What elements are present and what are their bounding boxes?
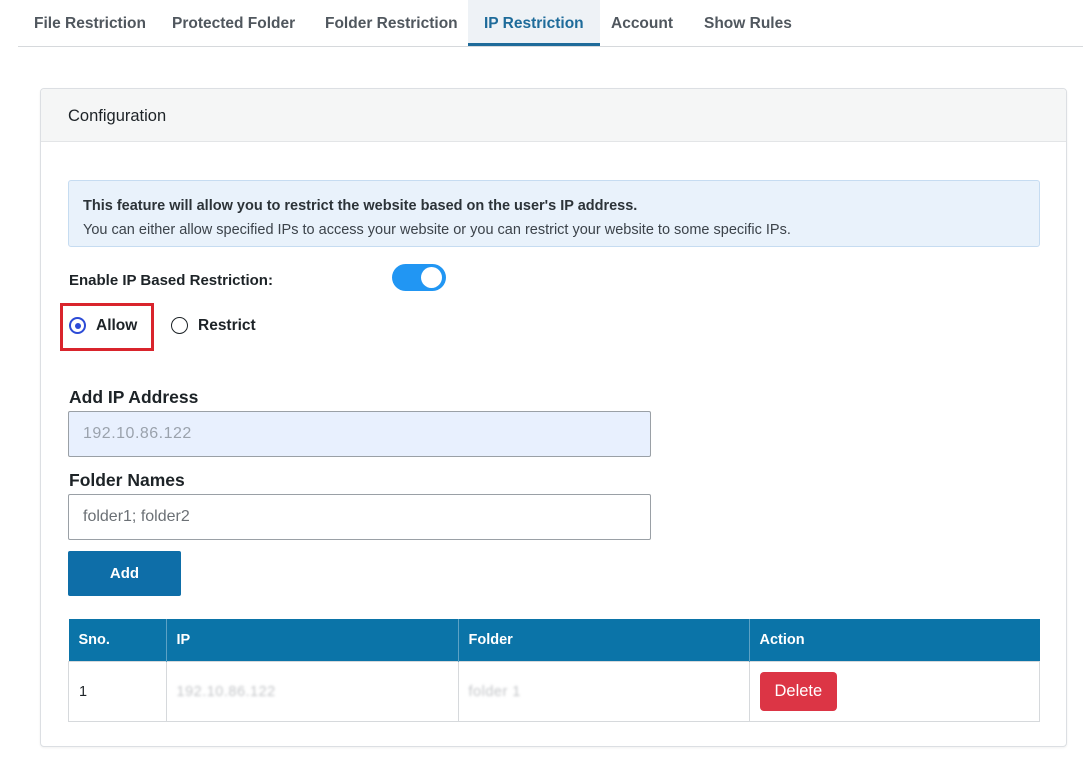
cell-folder: folder 1 xyxy=(457,661,750,722)
cell-action: Delete xyxy=(748,661,1040,722)
card-title: Configuration xyxy=(41,89,1066,142)
add-button[interactable]: Add xyxy=(68,551,181,596)
tab-file-restriction[interactable]: File Restriction xyxy=(18,0,162,46)
tab-protected-folder[interactable]: Protected Folder xyxy=(156,0,311,46)
cell-ip: 192.10.86.122 xyxy=(165,661,459,722)
tab-account[interactable]: Account xyxy=(595,0,689,46)
restrict-radio[interactable] xyxy=(171,317,188,334)
header-action: Action xyxy=(749,619,1040,662)
tab-ip-restriction[interactable]: IP Restriction xyxy=(468,0,600,46)
notice-heading: This feature will allow you to restrict … xyxy=(83,198,638,214)
header-ip: IP xyxy=(166,619,459,662)
header-folder: Folder xyxy=(458,619,750,662)
enable-ip-restriction-label: Enable IP Based Restriction: xyxy=(69,272,273,289)
tab-folder-restriction[interactable]: Folder Restriction xyxy=(309,0,474,46)
allow-radio-label[interactable]: Allow xyxy=(96,317,137,335)
table-header-row: Sno. IP Folder Action xyxy=(68,619,1040,662)
info-notice: This feature will allow you to restrict … xyxy=(68,180,1040,247)
ip-rules-table: Sno. IP Folder Action 1 192.10.86.122 fo… xyxy=(68,619,1040,722)
ip-address-input[interactable] xyxy=(68,411,651,457)
notice-text: You can either allow specified IPs to ac… xyxy=(83,222,791,238)
delete-button[interactable]: Delete xyxy=(759,672,838,711)
tab-show-rules[interactable]: Show Rules xyxy=(688,0,808,46)
tab-bar: File Restriction Protected Folder Folder… xyxy=(18,0,1083,47)
configuration-card: Configuration This feature will allow yo… xyxy=(40,88,1067,747)
cell-sno: 1 xyxy=(68,661,167,722)
folder-names-input[interactable] xyxy=(68,494,651,540)
enable-ip-restriction-toggle[interactable] xyxy=(392,264,446,291)
header-sno: Sno. xyxy=(68,619,167,662)
table-row: 1 192.10.86.122 folder 1 Delete xyxy=(68,661,1040,722)
allow-radio[interactable] xyxy=(69,317,86,334)
add-ip-address-label: Add IP Address xyxy=(69,387,199,407)
toggle-knob xyxy=(421,267,442,288)
restrict-radio-label[interactable]: Restrict xyxy=(198,317,256,335)
folder-names-label: Folder Names xyxy=(69,470,185,490)
